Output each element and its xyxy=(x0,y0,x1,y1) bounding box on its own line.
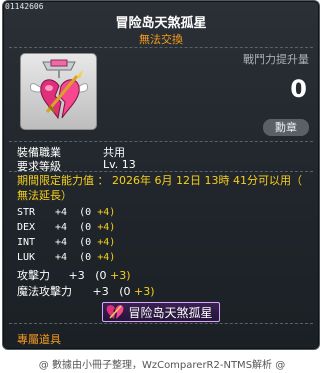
stat-name: 攻擊力 xyxy=(17,269,50,282)
req-level-value: Lv. 13 xyxy=(103,158,136,171)
stat-bonus: +4) xyxy=(97,207,116,218)
stat-total: +3 xyxy=(68,269,85,282)
stat-bonus: +3) xyxy=(134,285,155,298)
stat-base: (0 xyxy=(79,252,92,263)
set-label-text: 冒险岛天煞孤星 xyxy=(128,305,213,320)
stat-row-attack: 攻擊力 +3 (0 +3) xyxy=(17,267,131,282)
set-label-chip: 冒险岛天煞孤星 xyxy=(102,302,220,322)
stat-total: +4 xyxy=(55,207,68,218)
divider xyxy=(9,47,313,48)
stat-row-magic-attack: 魔法攻擊力 +3 (0 +3) xyxy=(17,283,155,298)
stat-total: +4 xyxy=(55,237,68,248)
exclusive-item-label: 專屬道具 xyxy=(17,333,61,346)
stat-base: (0 xyxy=(119,285,131,298)
stat-name: STR xyxy=(17,207,36,218)
item-id: 01142606 xyxy=(5,2,44,11)
stat-bonus: +3) xyxy=(110,269,131,282)
stat-total: +4 xyxy=(55,252,68,263)
divider xyxy=(9,323,313,324)
stat-name: DEX xyxy=(17,222,36,233)
stat-base: (0 xyxy=(79,207,92,218)
period-line-1: 期間限定能力值 ： 2026年 6月 12日 13時 41分可以用（ xyxy=(17,174,302,187)
broken-heart-medal-icon xyxy=(30,59,88,120)
trade-status: 無法交換 xyxy=(139,33,183,46)
combat-power-label: 戰鬥力提升量 xyxy=(243,53,309,66)
stat-base: (0 xyxy=(95,269,107,282)
stat-base: (0 xyxy=(79,237,92,248)
stat-total: +3 xyxy=(92,285,109,298)
stat-name: 魔法攻擊力 xyxy=(17,285,72,298)
stat-name: INT xyxy=(17,237,36,248)
stat-row-str: STR +4 (0 +4) xyxy=(17,207,115,222)
stat-bonus: +4) xyxy=(97,222,116,233)
divider xyxy=(9,171,313,172)
stat-name: LUK xyxy=(17,252,36,263)
combat-power-value: 0 xyxy=(290,75,307,103)
stat-total: +4 xyxy=(55,222,68,233)
item-icon-frame xyxy=(20,53,97,130)
period-limit-text: 期間限定能力值 ： 2026年 6月 12日 13時 41分可以用（ 無法延長） xyxy=(17,173,309,203)
stat-base: (0 xyxy=(79,222,92,233)
period-line-2: 無法延長） xyxy=(17,189,72,202)
stat-bonus: +4) xyxy=(97,252,116,263)
stat-bonus: +4) xyxy=(97,237,116,248)
divider xyxy=(9,141,313,142)
stat-row-dex: DEX +4 (0 +4) xyxy=(17,222,115,237)
broken-heart-icon xyxy=(107,305,124,319)
item-tooltip: 01142606 冒险岛天煞孤星 無法交換 戰鬥力提升量 0 勳章 裝備職業 共… xyxy=(2,0,320,350)
medal-badge: 勳章 xyxy=(263,119,309,136)
footer-credit: @ 數據由小冊子整理，WzComparerR2-NTMS解析 @ xyxy=(38,360,286,371)
stat-row-int: INT +4 (0 +4) xyxy=(17,237,115,252)
stat-row-luk: LUK +4 (0 +4) xyxy=(17,252,115,267)
set-label-row: 冒险岛天煞孤星 xyxy=(3,302,319,324)
item-name: 冒险岛天煞孤星 xyxy=(115,16,207,31)
